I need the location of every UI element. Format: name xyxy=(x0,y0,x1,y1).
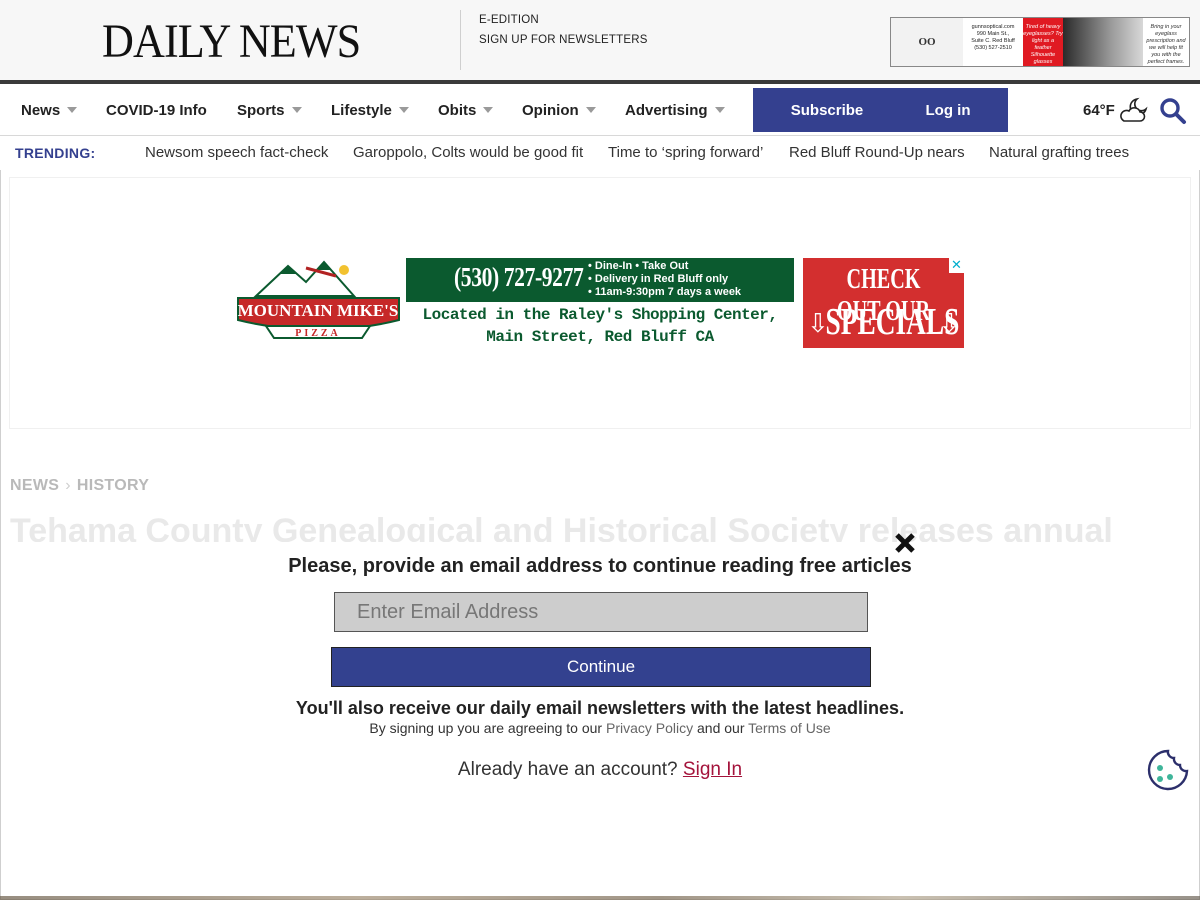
modal-title: Please, provide an email address to cont… xyxy=(288,555,912,577)
arrow-down-icon: ⇩ xyxy=(938,308,960,338)
trending-link[interactable]: Garoppolo, Colts would be good fit xyxy=(353,144,583,161)
nav-item-lifestyle[interactable]: Lifestyle xyxy=(331,84,409,136)
mm-cta-line2: SPECIALS xyxy=(825,301,960,343)
newsletter-signup-link[interactable]: SIGN UP FOR NEWSLETTERS xyxy=(479,34,648,46)
mm-info-panel: (530) 727-9277 • Dine-In • Take Out • De… xyxy=(406,258,794,348)
nav-item-sports[interactable]: Sports xyxy=(237,84,302,136)
main-nav: News COVID-19 Info Sports Lifestyle Obit… xyxy=(0,84,1200,136)
chevron-down-icon xyxy=(291,107,302,113)
newsletter-notice: You'll also receive our daily email news… xyxy=(295,698,905,718)
chevron-down-icon xyxy=(67,107,78,113)
ad-close-icon[interactable]: ✕ xyxy=(949,258,964,273)
masthead: DAILY NEWS E-EDITION SIGN UP FOR NEWSLET… xyxy=(0,0,1200,80)
bottom-image-strip xyxy=(0,896,1200,900)
chevron-down-icon xyxy=(483,107,494,113)
mm-bullet: • 11am-9:30pm 7 days a week xyxy=(588,286,742,298)
ad-red-panel: Tired of heavy eyeglasses? Try light as … xyxy=(1023,18,1063,66)
optical-logo: OO xyxy=(891,18,963,66)
ad-address-line: gunnsoptical.com xyxy=(971,24,1015,30)
agree-middle: and our xyxy=(697,720,745,736)
terms-of-use-link[interactable]: Terms of Use xyxy=(748,720,830,736)
ad-address-line: (530) 527-2510 xyxy=(974,45,1012,51)
ad-address: gunnsoptical.com 990 Main St., Suite C. … xyxy=(963,18,1023,66)
chevron-down-icon xyxy=(714,107,725,113)
nav-label: Opinion xyxy=(522,101,579,119)
masthead-divider xyxy=(460,10,461,70)
partly-cloudy-night-icon xyxy=(1120,97,1148,122)
already-account: Already have an account? Sign In xyxy=(0,759,1200,781)
login-button[interactable]: Log in xyxy=(888,88,1008,132)
trending-bar: TRENDING: Newsom speech fact-check Garop… xyxy=(0,136,1200,170)
mountain-mikes-banner-ad[interactable]: MOUNTAIN MIKE'S PIZZA (530) 727-9277 • D… xyxy=(236,258,964,348)
nav-item-covid[interactable]: COVID-19 Info xyxy=(106,84,207,136)
mm-location: Located in the Raley's Shopping Center, … xyxy=(406,304,794,348)
terms-notice: By signing up you are agreeing to our Pr… xyxy=(0,720,1200,736)
temperature: 64°F xyxy=(1083,101,1115,119)
site-logo[interactable]: DAILY NEWS xyxy=(102,14,361,70)
ad-photo xyxy=(1063,18,1143,66)
ad-address-line: Suite C. Red Bluff xyxy=(971,38,1015,44)
e-edition-link[interactable]: E-EDITION xyxy=(479,14,539,26)
nav-label: Obits xyxy=(438,101,477,119)
trending-link[interactable]: Time to ‘spring forward’ xyxy=(608,144,763,161)
privacy-policy-link[interactable]: Privacy Policy xyxy=(606,720,693,736)
mm-location-line: Main Street, Red Bluff CA xyxy=(486,328,714,346)
subscribe-button[interactable]: Subscribe xyxy=(753,88,901,132)
mm-bullet: • Delivery in Red Bluff only xyxy=(588,273,729,285)
sign-in-link[interactable]: Sign In xyxy=(683,759,742,780)
mm-logo-sub: PIZZA xyxy=(295,328,341,339)
mm-bullets: • Dine-In • Take Out • Delivery in Red B… xyxy=(588,260,741,299)
trending-link[interactable]: Newsom speech fact-check xyxy=(145,144,328,161)
close-icon[interactable] xyxy=(893,531,917,555)
nav-label: News xyxy=(21,101,61,119)
continue-button[interactable]: Continue xyxy=(331,647,871,687)
mm-green-band: (530) 727-9277 • Dine-In • Take Out • De… xyxy=(406,258,794,302)
nav-item-opinion[interactable]: Opinion xyxy=(522,84,596,136)
mm-specials-panel: CHECK OUT OUR SPECIALS ⇩ ⇩ ✕ xyxy=(803,258,964,348)
mm-location-line: Located in the Raley's Shopping Center, xyxy=(422,306,778,324)
nav-label: Advertising xyxy=(625,101,708,119)
top-banner-ad[interactable]: OO gunnsoptical.com 990 Main St., Suite … xyxy=(890,17,1190,67)
nav-item-advertising[interactable]: Advertising xyxy=(625,84,725,136)
nav-label: COVID-19 Info xyxy=(106,101,207,119)
agree-prefix: By signing up you are agreeing to our xyxy=(369,720,603,736)
ad-right-text: Bring in your eyeglass prescription and … xyxy=(1146,24,1186,65)
nav-item-obits[interactable]: Obits xyxy=(438,84,494,136)
mm-bullet: • Dine-In • Take Out xyxy=(588,260,689,272)
trending-link[interactable]: Red Bluff Round-Up nears xyxy=(789,144,965,161)
nav-label: Sports xyxy=(237,101,285,119)
mountain-mikes-logo: MOUNTAIN MIKE'S PIZZA xyxy=(237,260,400,339)
nav-label: Lifestyle xyxy=(331,101,392,119)
email-input[interactable] xyxy=(334,592,868,632)
already-text: Already have an account? xyxy=(457,759,678,780)
cookie-settings-icon[interactable] xyxy=(1146,748,1190,792)
nav-item-news[interactable]: News xyxy=(21,84,78,136)
trending-link[interactable]: Natural grafting trees xyxy=(989,144,1129,161)
mm-phone: (530) 727-9277 xyxy=(454,262,584,292)
search-icon[interactable] xyxy=(1159,97,1187,125)
ad-address-line: 990 Main St., xyxy=(976,31,1010,37)
chevron-down-icon xyxy=(585,107,596,113)
mm-logo-text: MOUNTAIN MIKE'S xyxy=(238,301,399,320)
chevron-down-icon xyxy=(398,107,409,113)
arrow-down-icon: ⇩ xyxy=(807,308,829,338)
trending-label: TRENDING: xyxy=(15,145,96,161)
